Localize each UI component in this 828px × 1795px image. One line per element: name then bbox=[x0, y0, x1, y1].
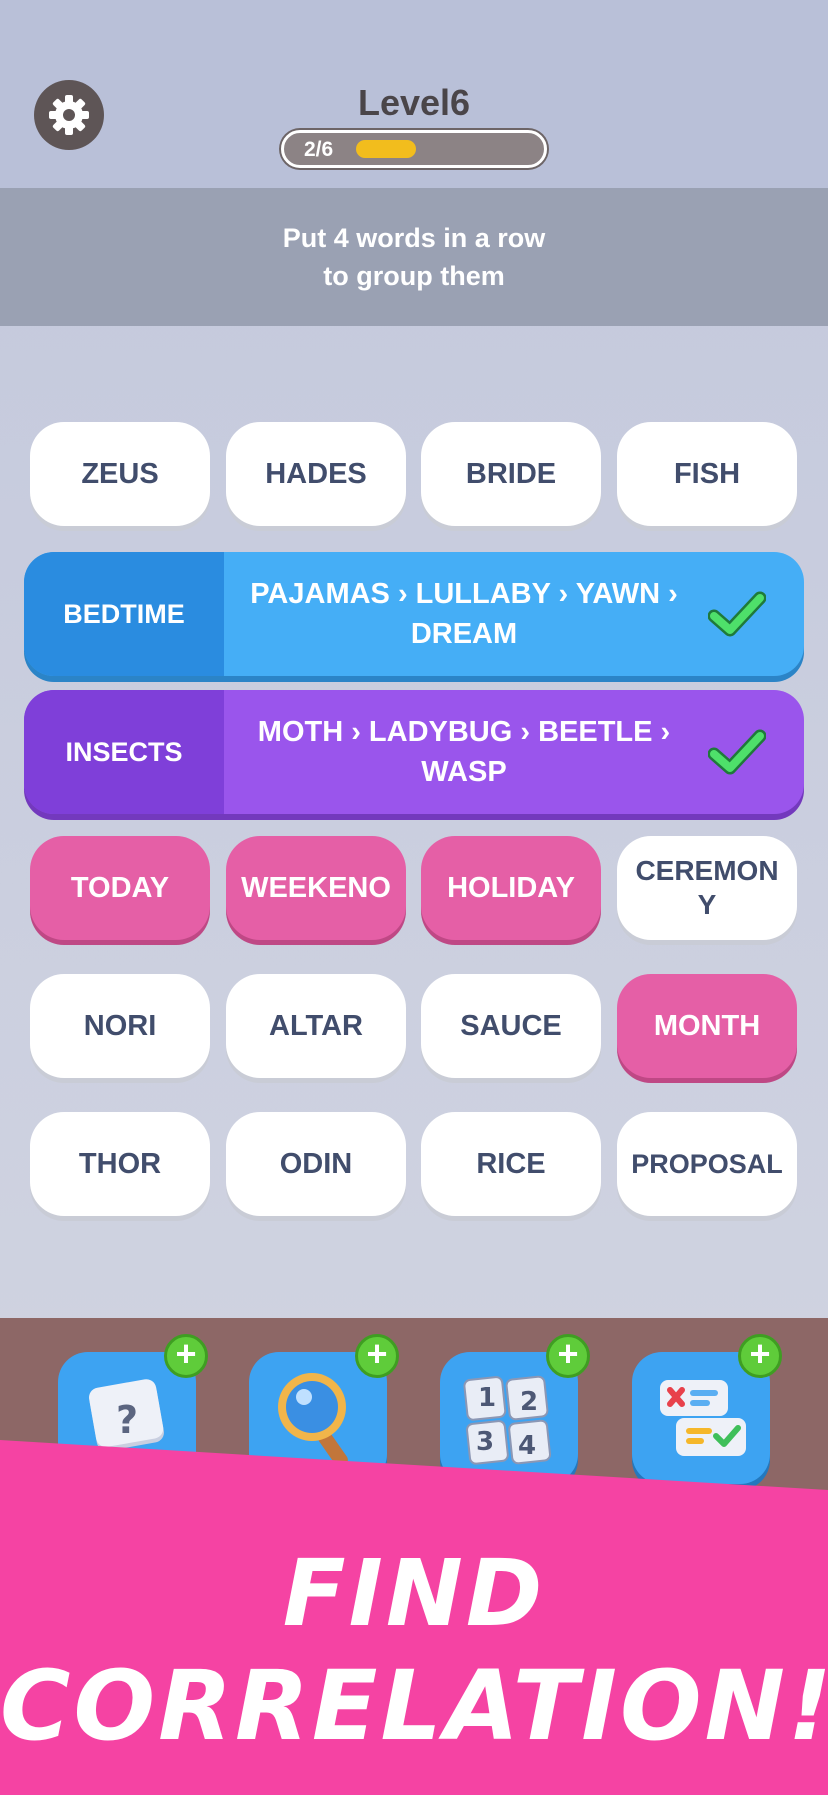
progress-fill bbox=[356, 140, 416, 158]
word-tile-zeus[interactable]: ZEUS bbox=[30, 422, 210, 526]
add-check-plus-icon[interactable]: + bbox=[738, 1334, 782, 1378]
word-tile-odin[interactable]: ODIN bbox=[226, 1112, 406, 1216]
magnifying-glass-icon bbox=[278, 1373, 348, 1468]
level-title: Level6 bbox=[357, 82, 471, 123]
group-words-line-2: DREAM bbox=[410, 618, 518, 650]
question-mark: ? bbox=[116, 1398, 138, 1442]
number-four: 4 bbox=[518, 1431, 536, 1461]
check-booster-button[interactable]: + bbox=[632, 1334, 782, 1484]
word-tile-nori[interactable]: NORI bbox=[30, 974, 210, 1078]
group-words-line-1: MOTH › LADYBUG › BEETLE › bbox=[257, 716, 671, 748]
group-words-line-1: PAJAMAS › LULLABY › YAWN › bbox=[250, 578, 678, 610]
number-cards-icon: 1 2 3 4 bbox=[463, 1375, 552, 1465]
group-category-label: BEDTIME bbox=[24, 552, 224, 676]
word-tile-ceremony[interactable]: CEREMON Y bbox=[617, 836, 797, 940]
word-tile-sauce[interactable]: SAUCE bbox=[421, 974, 601, 1078]
add-hint-plus-icon[interactable]: + bbox=[164, 1334, 208, 1378]
word-tile-holiday[interactable]: HOLIDAY bbox=[421, 836, 601, 940]
group-category-label: INSECTS bbox=[24, 690, 224, 814]
solved-group-bedtime: BEDTIME PAJAMAS › LULLABY › YAWN › DREAM bbox=[24, 552, 804, 676]
promo-headline-line-2: CORRELATION! bbox=[0, 1650, 828, 1762]
checkmark-icon bbox=[708, 729, 766, 775]
instruction-banner: Put 4 words in a row to group them bbox=[0, 188, 828, 326]
word-tile-hades[interactable]: HADES bbox=[226, 422, 406, 526]
instruction-line-1: Put 4 words in a row bbox=[282, 223, 546, 253]
word-tile-rice[interactable]: RICE bbox=[421, 1112, 601, 1216]
number-three: 3 bbox=[476, 1427, 494, 1457]
word-tile-bride[interactable]: BRIDE bbox=[421, 422, 601, 526]
promo-headline-line-1: FIND bbox=[282, 1540, 546, 1647]
number-one: 1 bbox=[478, 1383, 496, 1413]
word-tile-altar[interactable]: ALTAR bbox=[226, 974, 406, 1078]
instruction-line-2: to group them bbox=[323, 261, 505, 291]
word-tile-thor[interactable]: THOR bbox=[30, 1112, 210, 1216]
group-words-line-2: WASP bbox=[421, 756, 507, 788]
word-tile-proposal[interactable]: PROPOSAL bbox=[617, 1112, 797, 1216]
add-magnifier-plus-icon[interactable]: + bbox=[355, 1334, 399, 1378]
word-tile-month[interactable]: MONTH bbox=[617, 974, 797, 1078]
add-numbers-plus-icon[interactable]: + bbox=[546, 1334, 590, 1378]
progress-text: 2/6 bbox=[304, 138, 334, 161]
answer-check-icon bbox=[660, 1380, 746, 1456]
word-tile-weekeno[interactable]: WEEKENO bbox=[226, 836, 406, 940]
number-booster-button[interactable]: 1 2 3 4 + bbox=[440, 1334, 590, 1484]
solved-group-insects: INSECTS MOTH › LADYBUG › BEETLE › WASP bbox=[24, 690, 804, 814]
number-two: 2 bbox=[520, 1387, 538, 1417]
level-progress-bar: 2/6 bbox=[281, 130, 547, 168]
word-tile-today[interactable]: TODAY bbox=[30, 836, 210, 940]
checkmark-icon bbox=[708, 591, 766, 637]
word-tile-fish[interactable]: FISH bbox=[617, 422, 797, 526]
